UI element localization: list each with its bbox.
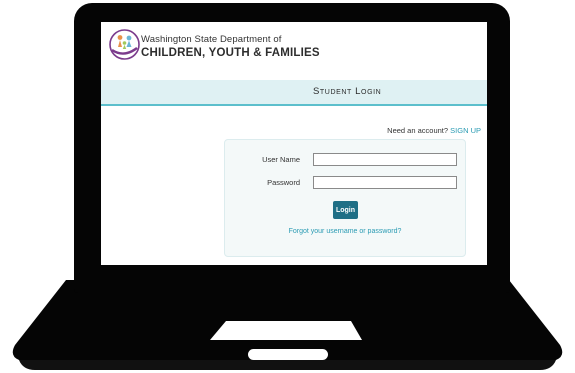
forgot-credentials-link[interactable]: Forgot your username or password? <box>225 228 465 235</box>
trackpad-icon <box>210 321 362 340</box>
org-name-line2: CHILDREN, YOUTH & FAMILIES <box>141 47 320 59</box>
laptop-screen: Washington State Department of CHILDREN,… <box>101 22 487 265</box>
laptop-bottom-edge <box>19 360 556 370</box>
dcyf-family-logo-icon[interactable] <box>109 29 140 60</box>
password-input[interactable] <box>313 176 457 189</box>
signup-link[interactable]: SIGN UP <box>450 126 481 135</box>
password-label: Password <box>267 178 300 187</box>
username-label: User Name <box>262 155 300 164</box>
page-title-bar: Student Login <box>101 80 487 106</box>
signup-prompt: Need an account? <box>387 126 449 135</box>
login-panel: User Name Password Login Forgot your use… <box>224 139 466 257</box>
laptop-front-notch <box>248 349 328 360</box>
username-input[interactable] <box>313 153 457 166</box>
signup-row: Need an account? SIGN UP <box>321 126 481 135</box>
page-title: Student Login <box>313 86 382 97</box>
login-button[interactable]: Login <box>333 201 358 219</box>
org-name-line1: Washington State Department of <box>141 34 282 45</box>
laptop-illustration: Washington State Department of CHILDREN,… <box>0 0 575 373</box>
site-header: Washington State Department of CHILDREN,… <box>101 22 487 80</box>
